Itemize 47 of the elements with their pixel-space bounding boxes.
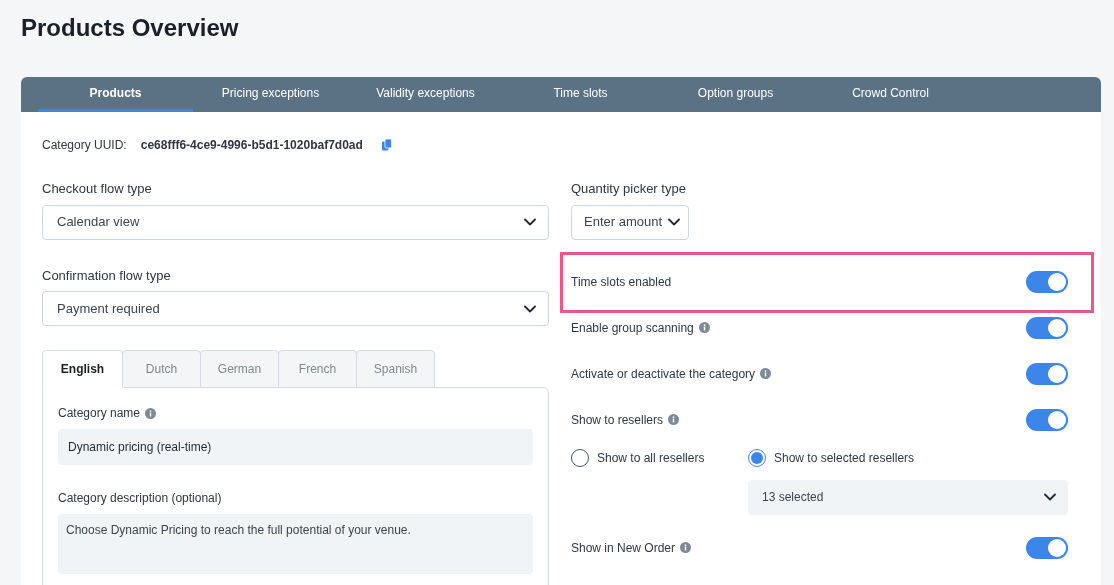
tab[interactable]: Crowd Control <box>813 77 968 112</box>
page-title: Products Overview <box>20 13 240 43</box>
setting-label: Show in New Order <box>571 539 676 557</box>
copy-icon[interactable] <box>381 139 392 151</box>
toggle-switch[interactable] <box>1026 316 1068 339</box>
setting-label: Time slots enabled <box>571 274 672 291</box>
info-icon <box>680 542 692 553</box>
info-icon <box>668 414 680 425</box>
chevron-down-icon <box>668 218 680 226</box>
field-label: Category name <box>58 405 141 422</box>
dropdown-select[interactable]: Calendar view <box>42 204 549 240</box>
info-icon <box>698 322 710 333</box>
tab[interactable]: Time slots <box>503 77 658 112</box>
tab[interactable]: Option groups <box>658 77 813 112</box>
dropdown-select[interactable]: Payment required <box>42 291 549 326</box>
toggle-switch[interactable] <box>1026 271 1068 293</box>
field-label: Quantity picker type <box>571 180 687 198</box>
field-label: Confirmation flow type <box>42 266 172 285</box>
uuid-label: Category UUID: <box>42 137 127 154</box>
tab[interactable]: Pricing exceptions <box>193 77 348 112</box>
chevron-down-icon <box>524 218 536 226</box>
tab[interactable]: Validity exceptions <box>348 77 503 112</box>
language-tab[interactable]: Dutch <box>122 350 201 388</box>
toggle-switch[interactable] <box>1026 362 1068 385</box>
language-tab[interactable]: Spanish <box>356 350 435 388</box>
radio-option[interactable]: Show to selected resellers <box>748 448 915 467</box>
radio-option[interactable]: Show to all resellers <box>571 448 748 467</box>
language-tab[interactable]: German <box>200 350 279 388</box>
chevron-down-icon <box>524 304 536 313</box>
text-field[interactable]: Dynamic pricing (real-time) <box>58 429 533 465</box>
tab[interactable]: Products <box>38 77 193 112</box>
setting-label: Activate or deactivate the category <box>571 365 756 383</box>
toggle-switch[interactable] <box>1026 408 1068 431</box>
text-area[interactable]: Choose Dynamic Pricing to reach the full potential of your venue. <box>58 514 533 574</box>
toggle-switch[interactable] <box>1026 536 1068 559</box>
field-label: Category description (optional) <box>58 490 223 507</box>
uuid-value: ce68fff6-4ce9-4996-b5d1-1020baf7d0ad <box>140 137 363 154</box>
chevron-down-icon <box>1044 493 1056 501</box>
setting-label: Show to resellers <box>571 411 664 429</box>
dropdown-select[interactable]: Enter amount <box>571 204 689 240</box>
field-label: Checkout flow type <box>42 180 153 198</box>
info-icon <box>145 407 157 419</box>
dropdown-select[interactable]: 13 selected <box>748 479 1068 515</box>
setting-label: Enable group scanning <box>571 319 694 337</box>
language-tab[interactable]: English <box>42 350 123 388</box>
language-tab[interactable]: French <box>278 350 357 388</box>
info-icon <box>760 368 772 379</box>
